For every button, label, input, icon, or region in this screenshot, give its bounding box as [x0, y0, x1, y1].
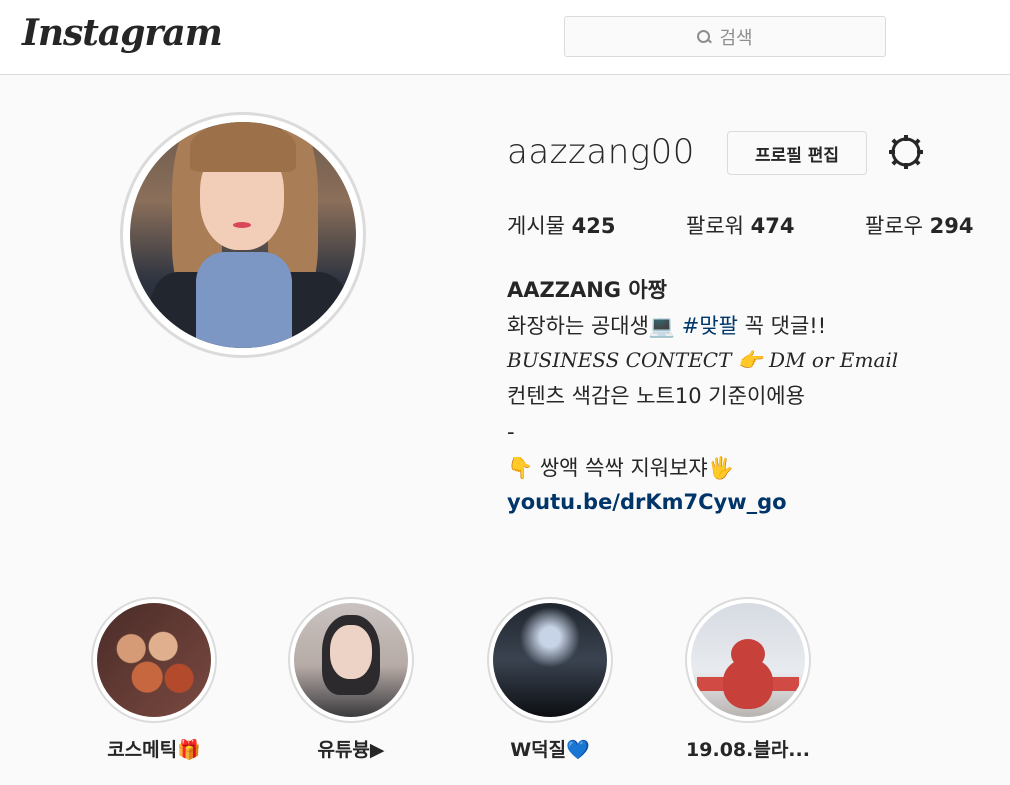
top-navigation-bar: Instagram 검색: [0, 0, 1010, 75]
highlight-cover-image: [97, 603, 211, 717]
settings-gear-icon[interactable]: [887, 133, 925, 171]
posts-label: 게시물: [507, 214, 565, 238]
bio-line-3: 컨텐츠 색감은 노트10 기준이에용: [507, 384, 805, 408]
posts-count: 425: [571, 214, 616, 238]
highlight-cover-ring[interactable]: [288, 597, 414, 723]
posts-stat: 게시물 425: [507, 210, 616, 240]
bio-hashtag-link[interactable]: #맞팔: [682, 314, 738, 338]
instagram-logo[interactable]: Instagram: [22, 12, 223, 54]
story-highlight-cosmetics[interactable]: 코스메틱🎁: [89, 597, 219, 762]
highlight-label: 코스메틱🎁: [107, 739, 201, 761]
edit-profile-button[interactable]: 프로필 편집: [727, 131, 867, 175]
highlight-cover-image: [294, 603, 408, 717]
following-stat[interactable]: 팔로우 294: [865, 210, 974, 240]
bio-line-2: BUSINESS CONTECT 👉 DM or Email: [507, 348, 899, 372]
bio-line-1-suffix: 꼭 댓글!!: [738, 314, 827, 338]
highlight-cover-image: [493, 603, 607, 717]
highlight-label: 유튜븅▶: [317, 739, 385, 761]
search-icon: [697, 29, 711, 44]
search-input[interactable]: 검색: [564, 16, 886, 57]
followers-count[interactable]: 474: [751, 214, 795, 238]
story-highlight-youtube[interactable]: 유튜븅▶: [286, 597, 416, 762]
highlight-cover-ring[interactable]: [487, 597, 613, 723]
bio-line-1: 화장하는 공대생💻 #맞팔 꼭 댓글!!: [507, 310, 826, 340]
highlight-cover-image: [691, 603, 805, 717]
highlight-label: W덕질💙: [510, 739, 590, 761]
following-label[interactable]: 팔로우: [865, 214, 923, 238]
bio-external-link[interactable]: youtu.be/drKm7Cyw_go: [507, 490, 787, 514]
highlight-label: 19.08.블라...: [686, 739, 810, 761]
story-highlight-trip[interactable]: 19.08.블라...: [683, 597, 813, 762]
profile-username: aazzang00: [507, 132, 695, 172]
bio-line-4: -: [507, 420, 515, 444]
highlight-cover-ring[interactable]: [685, 597, 811, 723]
followers-label[interactable]: 팔로워: [686, 214, 744, 238]
story-highlight-concert[interactable]: W덕질💙: [485, 597, 615, 762]
bio-line-5: 👇 쌍액 쓱싹 지워보쟈🖐: [507, 456, 734, 480]
bio-line-1-prefix: 화장하는 공대생💻: [507, 314, 682, 338]
search-placeholder-group: 검색: [697, 24, 753, 50]
highlight-cover-ring[interactable]: [91, 597, 217, 723]
followers-stat[interactable]: 팔로워 474: [686, 210, 795, 240]
profile-full-name: AAZZANG 아짱: [507, 278, 667, 302]
search-placeholder: 검색: [719, 27, 753, 49]
avatar-image: [130, 122, 356, 348]
following-count[interactable]: 294: [930, 214, 974, 238]
profile-avatar[interactable]: [120, 112, 366, 358]
